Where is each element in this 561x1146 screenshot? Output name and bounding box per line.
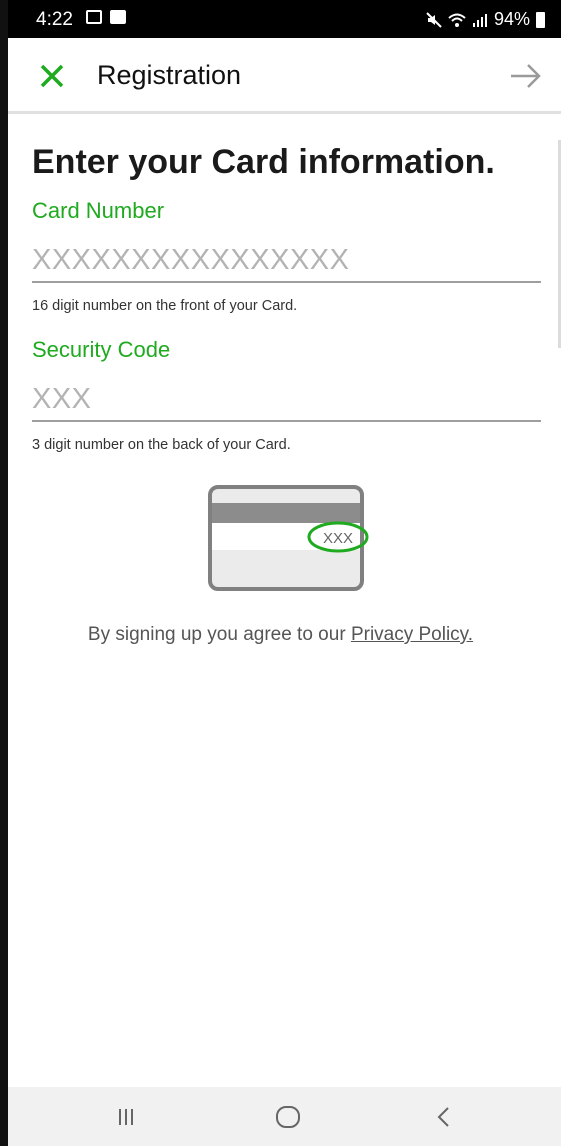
card-number-input[interactable] bbox=[32, 244, 541, 283]
status-bar: 4:22 94% bbox=[8, 0, 561, 38]
security-code-label: Security Code bbox=[32, 337, 171, 362]
status-time: 4:22 bbox=[36, 9, 73, 30]
status-right: 94% bbox=[426, 9, 545, 30]
back-icon[interactable] bbox=[428, 1101, 460, 1133]
close-icon[interactable] bbox=[34, 58, 70, 94]
app-notification-icon bbox=[110, 10, 126, 24]
privacy-policy-link[interactable]: Privacy Policy. bbox=[351, 624, 473, 645]
battery-icon bbox=[536, 11, 545, 28]
card-number-label: Card Number bbox=[32, 198, 165, 223]
system-nav-bar bbox=[8, 1087, 561, 1146]
agreement-text: By signing up you agree to our Privacy P… bbox=[0, 624, 561, 646]
card-number-hint: 16 digit number on the front of your Car… bbox=[32, 298, 298, 314]
magnetic-stripe bbox=[212, 503, 360, 523]
message-notification-icon bbox=[86, 10, 102, 24]
card-back-illustration: XXX bbox=[208, 485, 369, 591]
phone-screen: 4:22 94% Registration Enter your Card in… bbox=[0, 0, 561, 1146]
battery-percent: 94% bbox=[493, 9, 530, 29]
security-code-hint: 3 digit number on the back of your Card. bbox=[32, 437, 291, 453]
wifi-icon bbox=[448, 13, 466, 27]
recents-icon[interactable] bbox=[110, 1101, 142, 1133]
page-title: Registration bbox=[97, 60, 242, 90]
form-heading: Enter your Card information. bbox=[32, 143, 495, 181]
signal-icon bbox=[472, 13, 487, 27]
security-code-input[interactable] bbox=[32, 383, 541, 422]
home-icon[interactable] bbox=[272, 1101, 304, 1133]
app-bar: Registration bbox=[8, 38, 561, 114]
card-code-text: XXX bbox=[323, 530, 353, 547]
agreement-sentence: By signing up you agree to our bbox=[87, 624, 346, 645]
screen-edge bbox=[0, 0, 8, 1146]
notification-icons bbox=[86, 10, 126, 24]
arrow-right-icon[interactable] bbox=[507, 58, 545, 94]
mute-icon bbox=[426, 11, 442, 28]
